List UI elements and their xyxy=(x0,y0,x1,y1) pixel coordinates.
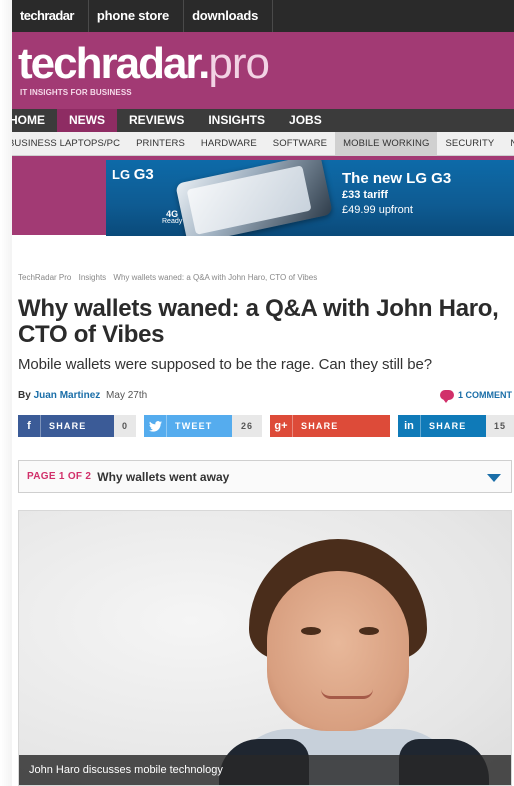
subnav-item-security[interactable]: SECURITY xyxy=(437,132,502,155)
lg-g3-banner-ad[interactable]: LG G3 4G Ready The new LG G3 £33 tariff £… xyxy=(106,160,514,236)
comments-count: 1 COMMENT xyxy=(458,390,512,400)
ad-4g-badge: 4G Ready xyxy=(162,209,183,226)
main-nav: HOME NEWS REVIEWS INSIGHTS JOBS xyxy=(12,109,514,132)
top-bar: techradar phone store downloads xyxy=(12,0,514,32)
page-title: Why wallets went away xyxy=(97,469,230,484)
twitter-tweet-label: TWEET xyxy=(166,415,232,437)
page: techradar phone store downloads techrada… xyxy=(12,0,514,786)
linkedin-icon: in xyxy=(404,420,414,432)
breadcrumb-insights[interactable]: Insights xyxy=(79,273,107,282)
nav-item-insights[interactable]: INSIGHTS xyxy=(196,109,277,132)
topbar-link-downloads[interactable]: downloads xyxy=(184,0,274,32)
twitter-bird-icon xyxy=(144,415,166,437)
ad-tariff: £33 tariff xyxy=(342,189,388,201)
byline: By Juan Martinez May 27th xyxy=(18,390,147,401)
byline-prefix: By xyxy=(18,390,31,401)
ad-headline: The new LG G3 xyxy=(342,170,452,187)
portrait-john-haro xyxy=(219,539,489,785)
breadcrumb-current: Why wallets waned: a Q&A with John Haro,… xyxy=(113,273,318,282)
ad-upfront: £49.99 upfront xyxy=(342,204,413,216)
logo-pro: pro xyxy=(208,39,270,88)
page-gutter xyxy=(0,0,12,786)
linkedin-share-label: SHARE xyxy=(420,415,486,437)
ad-area: LG G3 4G Ready The new LG G3 £33 tariff £… xyxy=(12,156,514,236)
page-selector-dropdown[interactable]: PAGE 1 OF 2 Why wallets went away xyxy=(18,460,512,493)
ad-lg-logo: LG G3 xyxy=(112,166,154,183)
googleplus-icon: g+ xyxy=(274,420,288,432)
image-caption: John Haro discusses mobile technology xyxy=(19,755,511,785)
logo-main: techradar xyxy=(18,39,200,88)
comments-link[interactable]: 1 COMMENT xyxy=(440,390,512,403)
site-logo[interactable]: techradar.pro xyxy=(18,39,270,88)
subnav-item-more[interactable]: NE xyxy=(502,132,514,155)
facebook-share-count: 0 xyxy=(114,415,136,437)
sub-nav: BUSINESS LAPTOPS/PC PRINTERS HARDWARE SO… xyxy=(12,132,514,156)
share-bar: f SHARE 0 TWEET 26 g+ SHARE in SHARE 15 xyxy=(18,415,514,437)
subnav-item-printers[interactable]: PRINTERS xyxy=(128,132,193,155)
facebook-share-button[interactable]: f SHARE 0 xyxy=(18,415,136,437)
breadcrumb: TechRadar Pro Insights Why wallets waned… xyxy=(18,273,322,282)
linkedin-share-button[interactable]: in SHARE 15 xyxy=(398,415,514,437)
nav-item-jobs[interactable]: JOBS xyxy=(277,109,334,132)
nav-item-home[interactable]: HOME xyxy=(12,109,57,132)
facebook-share-label: SHARE xyxy=(40,415,114,437)
googleplus-share-button[interactable]: g+ SHARE xyxy=(270,415,390,437)
page-indicator: PAGE 1 OF 2 xyxy=(27,471,92,482)
topbar-link-techradar[interactable]: techradar xyxy=(18,0,89,32)
ad-phone-image xyxy=(175,160,333,236)
brand-header: techradar.pro IT INSIGHTS FOR BUSINESS xyxy=(12,32,514,109)
twitter-tweet-count: 26 xyxy=(232,415,262,437)
article-title: Why wallets waned: a Q&A with John Haro,… xyxy=(18,295,499,348)
publish-date: May 27th xyxy=(106,390,148,401)
hero-image: John Haro discusses mobile technology xyxy=(18,510,512,786)
topbar-link-phone-store[interactable]: phone store xyxy=(89,0,185,32)
linkedin-share-count: 15 xyxy=(486,415,514,437)
subnav-item-software[interactable]: SOFTWARE xyxy=(265,132,335,155)
twitter-tweet-button[interactable]: TWEET 26 xyxy=(144,415,262,437)
nav-item-news[interactable]: NEWS xyxy=(57,109,117,132)
subnav-item-hardware[interactable]: HARDWARE xyxy=(193,132,265,155)
author-link[interactable]: Juan Martinez xyxy=(34,390,101,401)
subnav-item-business-laptops[interactable]: BUSINESS LAPTOPS/PC xyxy=(12,132,128,155)
comment-icon xyxy=(440,390,454,403)
breadcrumb-home[interactable]: TechRadar Pro xyxy=(18,273,71,282)
chevron-down-icon[interactable] xyxy=(487,474,501,482)
site-tagline: IT INSIGHTS FOR BUSINESS xyxy=(20,88,132,97)
article-subtitle: Mobile wallets were supposed to be the r… xyxy=(18,356,432,373)
nav-item-reviews[interactable]: REVIEWS xyxy=(117,109,196,132)
facebook-icon: f xyxy=(27,420,31,432)
subnav-item-mobile-working[interactable]: MOBILE WORKING xyxy=(335,132,438,155)
googleplus-share-label: SHARE xyxy=(292,415,390,437)
logo-dot: . xyxy=(198,39,210,88)
